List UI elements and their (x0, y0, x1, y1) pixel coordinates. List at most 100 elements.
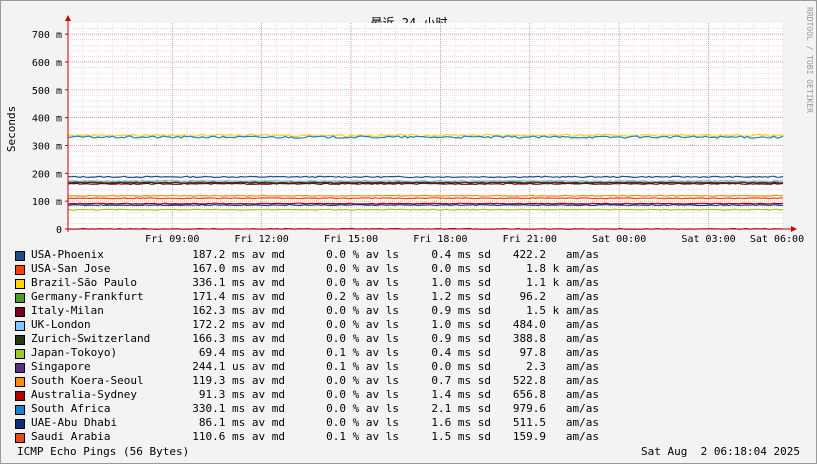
legend-ams: 1.5 k am/as (526, 304, 599, 317)
legend-swatch (15, 377, 25, 387)
series-line (67, 208, 784, 211)
legend-loss: 0.0 % av ls (326, 276, 399, 289)
x-tick-label: Fri 12:00 (235, 234, 289, 245)
legend-swatch (15, 265, 25, 275)
series-line (67, 203, 783, 207)
legend-loss: 0.0 % av ls (326, 248, 399, 261)
legend-avg-t: 119.3 ms av md (192, 374, 285, 387)
y-tick-label: 200 m (32, 169, 62, 180)
legend-swatch (15, 363, 25, 373)
legend-sd: 0.4 ms sd (431, 248, 491, 261)
legend-avg-t: 187.2 ms av md (192, 248, 285, 261)
legend-loss: 0.1 % av ls (326, 360, 399, 373)
legend-avg-t: 330.1 ms av md (192, 402, 285, 415)
legend-avg-t: 91.3 ms av md (198, 388, 285, 401)
legend-sd: 1.6 ms sd (431, 416, 491, 429)
legend-avg-t: 166.3 ms av md (192, 332, 285, 345)
legend-sd: 0.9 ms sd (431, 332, 491, 345)
legend-sd: 1.5 ms sd (431, 430, 491, 443)
x-axis-arrow (791, 226, 797, 232)
legend-swatch (15, 433, 25, 443)
legend-name: Singapore (31, 360, 91, 373)
legend-swatch (15, 391, 25, 401)
x-tick-label: Sat 03:00 (681, 234, 735, 245)
legend-loss: 0.0 % av ls (326, 262, 399, 275)
legend-swatch (15, 419, 25, 429)
legend-name: Japan-Tokoyo) (31, 346, 118, 359)
legend-loss: 0.1 % av ls (326, 430, 399, 443)
legend-sd: 1.2 ms sd (431, 290, 491, 303)
legend-sd: 0.0 ms sd (431, 360, 491, 373)
legend-name: UAE-Abu Dhabi (31, 416, 118, 429)
legend-swatch (15, 251, 25, 261)
legend-ams: 979.6 am/as (512, 402, 599, 415)
x-tick-label: Sat 00:00 (592, 234, 646, 245)
legend-ams: 484.0 am/as (512, 318, 599, 331)
legend-avg-t: 244.1 us av md (192, 360, 285, 373)
y-tick-label: 300 m (32, 141, 62, 152)
legend-avg-t: 172.2 ms av md (192, 318, 285, 331)
legend-ams: 96.2 am/as (519, 290, 599, 303)
legend-avg-t: 69.4 ms av md (198, 346, 285, 359)
legend-swatch (15, 405, 25, 415)
legend-sd: 0.7 ms sd (431, 374, 491, 387)
graph-frame: 最近 24 小时 Seconds RRDTOOL / TOBI OETIKER … (0, 0, 817, 464)
x-tick-label: Sat 06:00 (750, 234, 804, 245)
y-tick-label: 700 m (32, 30, 62, 41)
legend-swatch (15, 349, 25, 359)
legend-ams: 388.8 am/as (512, 332, 599, 345)
y-axis-label: Seconds (5, 106, 18, 152)
legend-sd: 0.4 ms sd (431, 346, 491, 359)
legend-loss: 0.0 % av ls (326, 332, 399, 345)
legend-avg-t: 110.6 ms av md (192, 430, 285, 443)
legend-loss: 0.0 % av ls (326, 416, 399, 429)
legend-ams: 656.8 am/as (512, 388, 599, 401)
legend-ams: 1.1 k am/as (526, 276, 599, 289)
series-line (67, 197, 784, 200)
legend-swatch (15, 335, 25, 345)
legend-swatch (15, 321, 25, 331)
legend-name: Zurich-Switzerland (31, 332, 151, 345)
legend-ams: 422.2 am/as (512, 248, 599, 261)
legend-sd: 1.0 ms sd (431, 318, 491, 331)
legend-ams: 97.8 am/as (519, 346, 599, 359)
legend-avg-t: 167.0 ms av md (192, 262, 285, 275)
legend-name: Germany-Frankfurt (31, 290, 144, 303)
legend-name: UK-London (31, 318, 91, 331)
latency-chart: 最近 24 小时 Seconds RRDTOOL / TOBI OETIKER … (5, 7, 814, 245)
legend-name: South Africa (31, 402, 111, 415)
legend-loss: 0.0 % av ls (326, 318, 399, 331)
series-line (68, 202, 784, 205)
legend-loss: 0.0 % av ls (326, 374, 399, 387)
legend-name: Saudi Arabia (31, 430, 111, 443)
legend-swatch (15, 307, 25, 317)
legend-name: South Koera-Seoul (31, 374, 144, 387)
x-tick-label: Fri 21:00 (503, 234, 557, 245)
legend-ams: 522.8 am/as (512, 374, 599, 387)
legend-loss: 0.1 % av ls (326, 346, 399, 359)
y-tick-label: 600 m (32, 58, 62, 69)
y-axis-arrow (65, 15, 71, 21)
legend-sd: 0.9 ms sd (431, 304, 491, 317)
footer-probe-label: ICMP Echo Pings (56 Bytes) (17, 445, 190, 458)
legend-loss: 0.0 % av ls (326, 304, 399, 317)
legend-loss: 0.0 % av ls (326, 402, 399, 415)
legend-name: Australia-Sydney (31, 388, 137, 401)
x-tick-label: Fri 15:00 (324, 234, 378, 245)
legend-avg-t: 171.4 ms av md (192, 290, 285, 303)
legend-name: Italy-Milan (31, 304, 104, 317)
legend-avg-t: 86.1 ms av md (198, 416, 285, 429)
y-tick-label: 0 (56, 225, 62, 236)
y-tick-label: 500 m (32, 86, 62, 97)
y-tick-label: 100 m (32, 197, 62, 208)
y-tick-label: 400 m (32, 114, 62, 125)
legend-avg-t: 162.3 ms av md (192, 304, 285, 317)
legend-sd: 1.4 ms sd (431, 388, 491, 401)
legend-name: USA-Phoenix (31, 248, 104, 261)
legend-ams: 1.8 k am/as (526, 262, 599, 275)
legend-swatch (15, 293, 25, 303)
x-tick-label: Fri 18:00 (413, 234, 467, 245)
legend-sd: 1.0 ms sd (431, 276, 491, 289)
legend-sd: 2.1 ms sd (431, 402, 491, 415)
legend-ams: 159.9 am/as (512, 430, 599, 443)
